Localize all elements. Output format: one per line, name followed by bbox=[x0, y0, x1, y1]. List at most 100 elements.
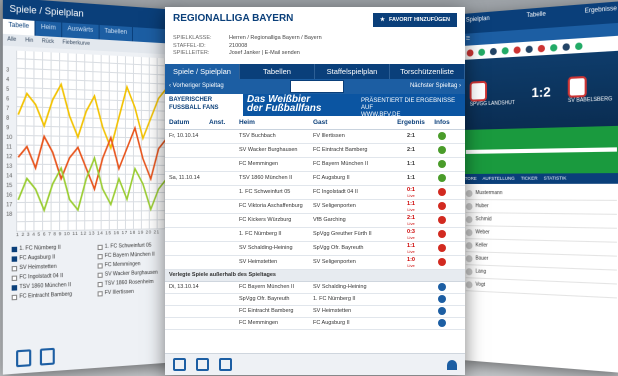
match-away-team[interactable]: SV Schalding-Heining bbox=[313, 284, 393, 290]
match-away-team[interactable]: SV Seligenporten bbox=[313, 259, 393, 265]
match-home-team[interactable]: TSV Buchbach bbox=[239, 133, 313, 139]
match-row[interactable]: Fr, 10.10.14 TSV Buchbach FV Illertissen 2:… bbox=[165, 130, 465, 144]
matchday-select[interactable]: 15. Spieltag ▾ bbox=[290, 80, 344, 93]
right-tab-ergebnisse[interactable]: Ergebnisse bbox=[585, 6, 617, 21]
match-row[interactable]: FC Eintracht Bamberg SV Heimstetten bbox=[165, 306, 465, 318]
match-row[interactable]: Sa, 11.10.14 TSV 1860 München II FC Augsbu… bbox=[165, 172, 465, 186]
checkbox-icon[interactable] bbox=[12, 246, 17, 251]
tab-tabellen[interactable]: Tabellen bbox=[99, 25, 133, 41]
club-logo-icon[interactable] bbox=[514, 46, 521, 54]
tab-spiele-spielplan[interactable]: Spiele / Spielplan bbox=[165, 64, 240, 79]
match-row[interactable]: 1. FC Nürnberg II SpVgg Greuther Fürth II… bbox=[165, 228, 465, 242]
next-matchday-button[interactable]: Nächster Spieltag › bbox=[410, 83, 461, 89]
match-home-team[interactable]: SpVgg Ofr. Bayreuth bbox=[239, 296, 313, 302]
match-home-team[interactable]: FC Viktoria Aschaffenburg bbox=[239, 203, 313, 209]
match-away-team[interactable]: VfB Garching bbox=[313, 217, 393, 223]
match-home-team[interactable]: 1. FC Nürnberg II bbox=[239, 231, 313, 237]
club-logo-icon[interactable] bbox=[490, 48, 497, 56]
document-icon[interactable] bbox=[40, 348, 55, 366]
info-icon[interactable] bbox=[438, 283, 446, 291]
calendar-icon[interactable] bbox=[16, 349, 31, 367]
info-icon[interactable] bbox=[438, 188, 446, 196]
match-home-team[interactable]: SV Schalding-Heining bbox=[239, 245, 313, 251]
match-away-team[interactable]: 1. FC Nürnberg II bbox=[313, 296, 393, 302]
match-home-team[interactable]: FC Memmingen bbox=[239, 320, 313, 326]
info-icon[interactable] bbox=[438, 132, 446, 140]
match-row[interactable]: FC Memmingen FC Augsburg II bbox=[165, 318, 465, 330]
info-icon[interactable] bbox=[438, 160, 446, 168]
subtab-statistik[interactable]: STATISTIK bbox=[541, 173, 570, 184]
right-tab-tabelle[interactable]: Tabelle bbox=[526, 11, 545, 25]
checkbox-icon[interactable] bbox=[12, 256, 17, 261]
match-row[interactable]: SV Schalding-Heining SpVgg Ofr. Bayreuth 1… bbox=[165, 242, 465, 256]
subtab-ticker[interactable]: TICKER bbox=[518, 174, 541, 184]
club-logo-icon[interactable] bbox=[526, 46, 533, 54]
checkbox-icon[interactable] bbox=[98, 281, 103, 286]
match-home-team[interactable]: FC Memmingen bbox=[239, 161, 313, 167]
club-logo-icon[interactable] bbox=[478, 49, 485, 56]
info-icon[interactable] bbox=[438, 202, 446, 210]
checkbox-icon[interactable] bbox=[98, 254, 103, 259]
match-away-team[interactable]: FC Bayern München II bbox=[313, 161, 393, 167]
checkbox-icon[interactable] bbox=[98, 272, 103, 277]
info-value[interactable]: Josef Janker | E-Mail senden bbox=[229, 50, 300, 58]
info-icon[interactable] bbox=[438, 216, 446, 224]
match-away-team[interactable]: FC Augsburg II bbox=[313, 175, 393, 181]
club-logo-icon[interactable] bbox=[467, 49, 474, 56]
checkbox-icon[interactable] bbox=[12, 294, 17, 300]
info-icon[interactable] bbox=[438, 258, 446, 266]
club-logo-icon[interactable] bbox=[538, 45, 545, 53]
subtab-fieberkurve[interactable]: Fieberkurve bbox=[58, 37, 94, 50]
settings-icon[interactable] bbox=[196, 358, 209, 371]
club-logo-icon[interactable] bbox=[550, 44, 557, 52]
subtab-alle[interactable]: Alle bbox=[3, 34, 21, 47]
tab-staffelspielplan[interactable]: Staffelspielplan bbox=[315, 64, 390, 79]
prev-matchday-button[interactable]: ‹ Vorheriger Spieltag bbox=[169, 83, 224, 89]
club-logo-icon[interactable] bbox=[563, 43, 570, 51]
match-home-team[interactable]: FC Eintracht Bamberg bbox=[239, 308, 313, 314]
lineup-item[interactable]: Mustermann bbox=[466, 187, 617, 201]
subtab-aufstellung[interactable]: AUFSTELLUNG bbox=[480, 174, 518, 184]
info-icon[interactable] bbox=[438, 230, 446, 238]
checkbox-icon[interactable] bbox=[12, 265, 17, 271]
match-away-team[interactable]: SV Seligenporten bbox=[313, 203, 393, 209]
info-icon[interactable] bbox=[438, 307, 446, 315]
club-logo-icon[interactable] bbox=[575, 42, 582, 50]
right-tab-spielplan[interactable]: Spielplan bbox=[466, 16, 490, 30]
info-icon[interactable] bbox=[438, 244, 446, 252]
tab-torschuetzenliste[interactable]: Torschützenliste bbox=[390, 64, 465, 79]
match-home-team[interactable]: TSV 1860 München II bbox=[239, 175, 313, 181]
ad-banner[interactable]: BAYERISCHER FUSSBALL FANS Das Weißbier der… bbox=[165, 94, 465, 116]
team-legend-item[interactable]: FV Illertissen bbox=[96, 286, 173, 297]
match-home-team[interactable]: SV Wacker Burghausen bbox=[239, 147, 313, 153]
match-away-team[interactable]: SpVgg Greuther Fürth II bbox=[313, 231, 393, 237]
match-row[interactable]: FC Viktoria Aschaffenburg SV Seligenporte… bbox=[165, 200, 465, 214]
tab-tabellen[interactable]: Tabellen bbox=[240, 64, 315, 79]
match-row[interactable]: SV Wacker Burghausen FC Eintracht Bamberg… bbox=[165, 144, 465, 158]
checkbox-icon[interactable] bbox=[12, 275, 17, 281]
match-away-team[interactable]: SpVgg Ofr. Bayreuth bbox=[313, 245, 393, 251]
match-row[interactable]: Di, 13.10.14 FC Bayern München II SV Schal… bbox=[165, 282, 465, 294]
match-away-team[interactable]: FC Eintracht Bamberg bbox=[313, 147, 393, 153]
edit-icon[interactable] bbox=[219, 358, 232, 371]
match-home-team[interactable]: FC Bayern München II bbox=[239, 284, 313, 290]
match-away-team[interactable]: FV Illertissen bbox=[313, 133, 393, 139]
match-home-team[interactable]: 1. FC Schweinfurt 05 bbox=[239, 189, 313, 195]
checkbox-icon[interactable] bbox=[12, 285, 17, 291]
match-away-team[interactable]: SV Heimstetten bbox=[313, 308, 393, 314]
share-icon[interactable] bbox=[447, 360, 457, 370]
tab-heim[interactable]: Heim bbox=[36, 21, 63, 37]
add-favorite-button[interactable]: ★ FAVORIT HINZUFÜGEN bbox=[373, 13, 457, 27]
match-away-team[interactable]: FC Augsburg II bbox=[313, 320, 393, 326]
subtab-rueck[interactable]: Rück bbox=[38, 36, 59, 49]
match-away-team[interactable]: FC Ingolstadt 04 II bbox=[313, 189, 393, 195]
match-row[interactable]: FC Memmingen FC Bayern München II 1:1 bbox=[165, 158, 465, 172]
match-row[interactable]: 1. FC Schweinfurt 05 FC Ingolstadt 04 II 0… bbox=[165, 186, 465, 200]
checkbox-icon[interactable] bbox=[98, 291, 103, 296]
table-icon[interactable] bbox=[173, 358, 186, 371]
subtab-hin[interactable]: Hin bbox=[21, 35, 38, 48]
info-icon[interactable] bbox=[438, 146, 446, 154]
match-row[interactable]: FC Kickers Würzburg VfB Garching 2:1 Live bbox=[165, 214, 465, 228]
match-home-team[interactable]: SV Heimstetten bbox=[239, 259, 313, 265]
club-logo-icon[interactable] bbox=[502, 47, 509, 55]
